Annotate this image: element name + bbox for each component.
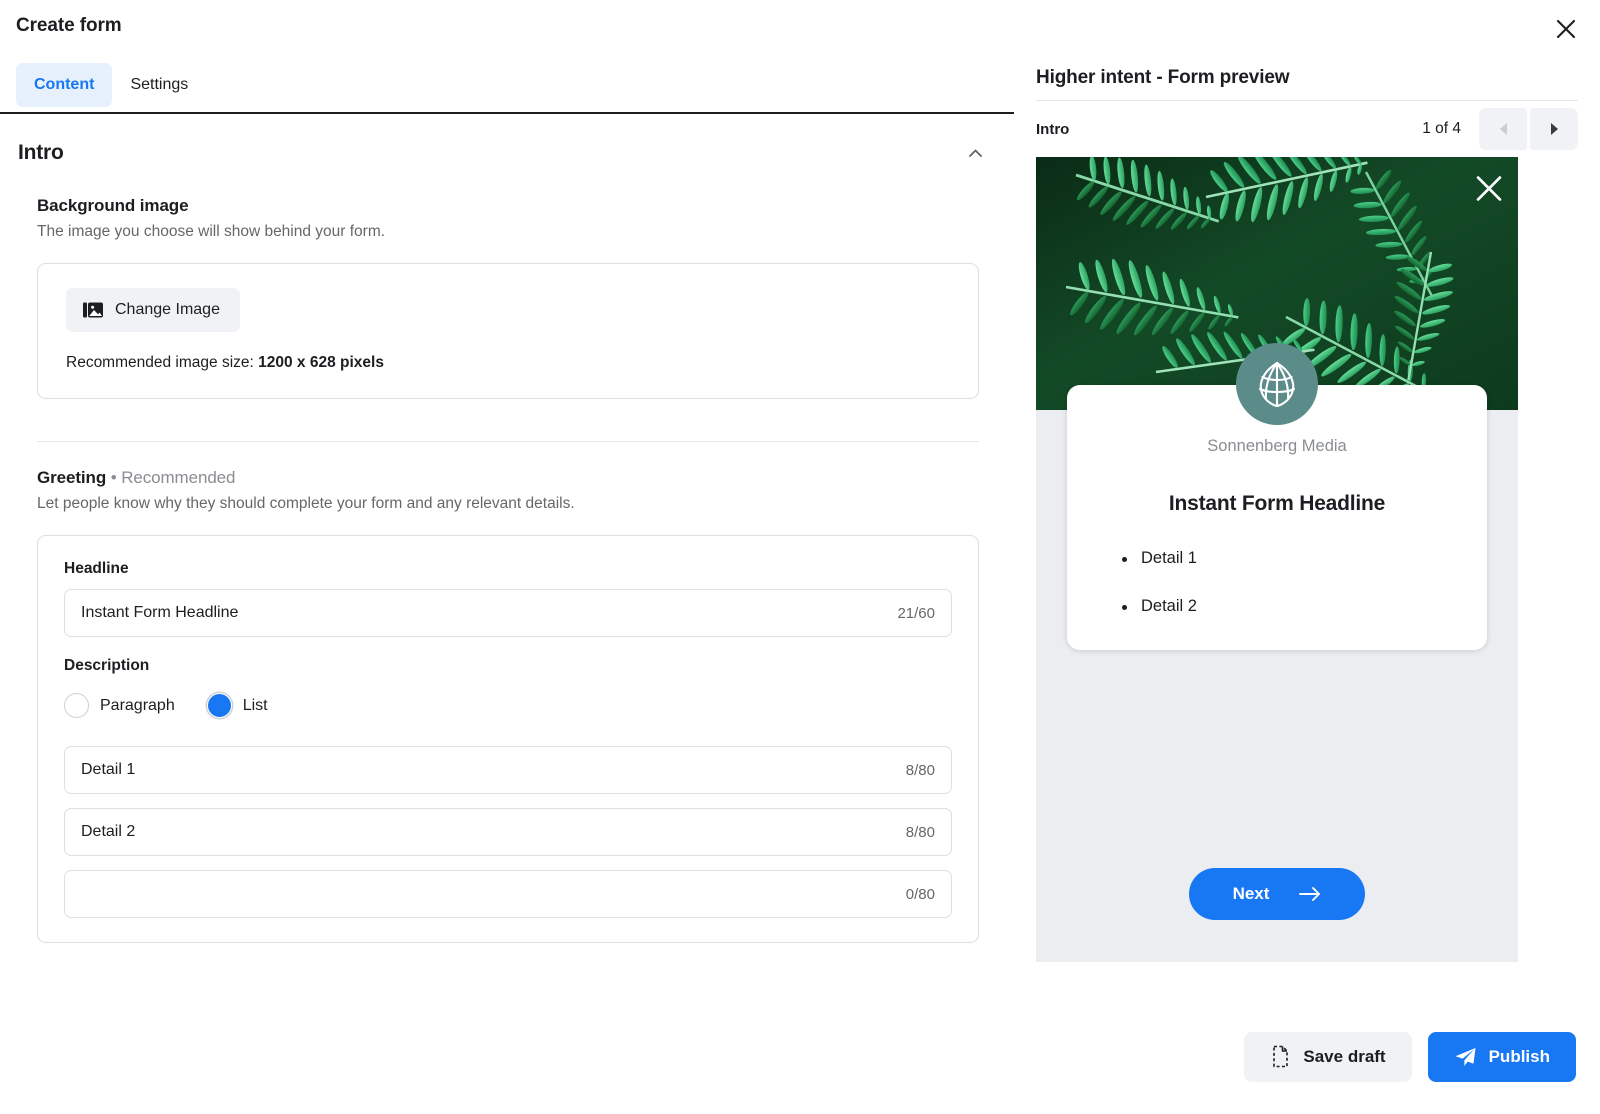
greeting-title: Greeting • Recommended xyxy=(37,468,979,488)
recommended-size-prefix: Recommended image size: xyxy=(66,354,258,371)
background-image-description: The image you choose will show behind yo… xyxy=(37,223,979,241)
description-type-radio-group: Paragraph List xyxy=(64,693,952,718)
preview-next-button[interactable] xyxy=(1530,108,1578,150)
avatar xyxy=(1236,343,1318,425)
headline-input-row[interactable]: 21/60 xyxy=(64,589,952,637)
preview-headline: Instant Form Headline xyxy=(1097,492,1457,516)
change-image-button[interactable]: Change Image xyxy=(66,288,240,332)
tab-settings[interactable]: Settings xyxy=(112,63,206,107)
radio-option-list[interactable]: List xyxy=(207,693,290,718)
chevron-up-icon xyxy=(967,145,984,162)
dialog-footer: Save draft Publish xyxy=(0,999,1600,1114)
save-draft-button[interactable]: Save draft xyxy=(1244,1032,1411,1082)
dialog-header: Create form xyxy=(0,0,1600,58)
detail-counter-2: 8/80 xyxy=(894,824,935,841)
change-image-button-label: Change Image xyxy=(115,301,220,319)
publish-button[interactable]: Publish xyxy=(1428,1032,1576,1082)
background-image-title: Background image xyxy=(37,196,979,216)
form-editor-panel: Content Settings Intro Background image … xyxy=(0,58,1014,999)
close-dialog-button[interactable] xyxy=(1546,9,1586,49)
preview-bullet-list: Detail 1 Detail 2 xyxy=(1119,549,1457,616)
create-form-dialog: Create form Content Settings Intro Backg… xyxy=(0,0,1600,1114)
description-label: Description xyxy=(64,657,952,675)
remove-image-button[interactable] xyxy=(1474,173,1504,203)
radio-list-label: List xyxy=(243,697,268,715)
preview-next-cta-label: Next xyxy=(1233,884,1270,904)
detail-input-3[interactable] xyxy=(81,885,894,903)
detail-input-1[interactable] xyxy=(81,761,894,779)
preview-page-count: 1 of 4 xyxy=(1422,120,1479,138)
triangle-right-icon xyxy=(1547,121,1561,137)
list-item: Detail 2 xyxy=(1119,597,1457,616)
background-image-card: Change Image Recommended image size: 120… xyxy=(37,263,979,399)
detail-counter-1: 8/80 xyxy=(894,762,935,779)
brand-name: Sonnenberg Media xyxy=(1097,437,1457,456)
close-icon xyxy=(1474,157,1504,315)
preview-step-label: Intro xyxy=(1036,121,1069,138)
section-title-intro: Intro xyxy=(18,141,64,165)
detail-input-row-2[interactable]: 8/80 xyxy=(64,808,952,856)
greeting-card: Headline 21/60 Description Paragraph Lis… xyxy=(37,535,979,943)
page-title: Create form xyxy=(16,15,122,37)
section-divider xyxy=(37,441,979,442)
radio-list-circle[interactable] xyxy=(207,693,232,718)
leaf-logo-icon xyxy=(1252,359,1302,409)
paper-plane-icon xyxy=(1454,1046,1477,1068)
detail-counter-3: 0/80 xyxy=(894,886,935,903)
greeting-title-main: Greeting xyxy=(37,468,106,487)
headline-counter: 21/60 xyxy=(885,605,935,622)
image-icon xyxy=(82,299,104,321)
tab-content[interactable]: Content xyxy=(16,63,112,107)
recommended-size-text: Recommended image size: 1200 x 628 pixel… xyxy=(66,354,950,372)
radio-option-paragraph[interactable]: Paragraph xyxy=(64,693,197,718)
publish-label: Publish xyxy=(1489,1047,1550,1067)
preview-navigation: Intro 1 of 4 xyxy=(1036,101,1578,157)
document-dashed-icon xyxy=(1270,1045,1291,1068)
radio-paragraph-circle[interactable] xyxy=(64,693,89,718)
save-draft-label: Save draft xyxy=(1303,1047,1385,1067)
preview-next-cta-button[interactable]: Next xyxy=(1189,868,1365,920)
preview-title: Higher intent - Form preview xyxy=(1036,67,1600,89)
preview-prev-button[interactable] xyxy=(1479,108,1527,150)
recommended-size-value: 1200 x 628 pixels xyxy=(258,354,384,371)
close-icon xyxy=(1556,19,1576,39)
intro-section-header: Intro xyxy=(0,114,1014,170)
form-preview-panel: Higher intent - Form preview Intro 1 of … xyxy=(1014,58,1600,999)
greeting-title-suffix: • Recommended xyxy=(106,468,235,487)
detail-input-row-1[interactable]: 8/80 xyxy=(64,746,952,794)
headline-label: Headline xyxy=(64,560,952,578)
phone-preview: Sonnenberg Media Instant Form Headline D… xyxy=(1036,157,1518,962)
editor-tabs: Content Settings xyxy=(0,58,1014,114)
list-item: Detail 1 xyxy=(1119,549,1457,568)
intro-section-body: Background image The image you choose wi… xyxy=(0,196,1014,943)
collapse-intro-button[interactable] xyxy=(958,136,992,170)
detail-input-row-3[interactable]: 0/80 xyxy=(64,870,952,918)
triangle-left-icon xyxy=(1496,121,1510,137)
greeting-description: Let people know why they should complete… xyxy=(37,495,979,513)
radio-paragraph-label: Paragraph xyxy=(100,697,175,715)
detail-input-2[interactable] xyxy=(81,823,894,841)
arrow-right-icon xyxy=(1299,886,1321,902)
headline-input[interactable] xyxy=(81,604,885,622)
